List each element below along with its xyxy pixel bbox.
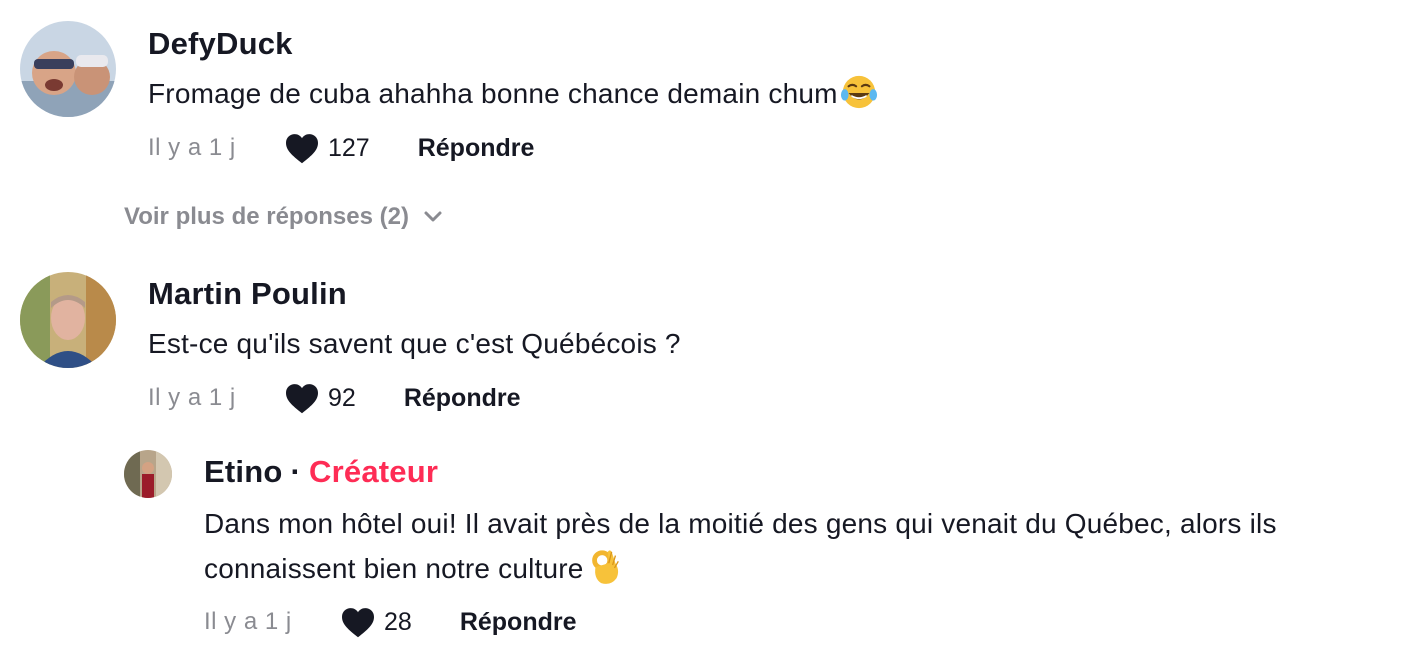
heart-icon — [286, 134, 318, 164]
comment-username[interactable]: DefyDuck — [148, 26, 293, 62]
comment-time: Il y a 1 j — [148, 134, 236, 161]
comment-time: Il y a 1 j — [148, 384, 236, 411]
like-button[interactable]: 92 — [284, 382, 356, 414]
ok-hand-emoji-icon — [591, 550, 619, 584]
like-button[interactable]: 127 — [284, 132, 370, 164]
comment-text-content: Fromage de cuba ahahha bonne chance dema… — [148, 78, 838, 109]
avatar-image-icon — [20, 21, 116, 117]
view-more-replies-button[interactable]: Voir plus de réponses (2) — [124, 203, 443, 231]
like-count: 127 — [328, 133, 370, 162]
comment-meta: Il y a 1 j 92 Répondre — [148, 380, 521, 416]
avatar[interactable] — [20, 21, 116, 117]
comment-text: Dans mon hôtel oui! Il avait près de la … — [204, 501, 1277, 591]
comment-time: Il y a 1 j — [204, 608, 292, 635]
comment-text: Est-ce qu'ils savent que c'est Québécois… — [148, 321, 681, 366]
avatar[interactable] — [124, 450, 172, 498]
view-more-replies-label: Voir plus de réponses (2) — [124, 203, 409, 230]
avatar-image-icon — [20, 272, 116, 368]
comment-text: Fromage de cuba ahahha bonne chance dema… — [148, 71, 878, 116]
like-count: 28 — [384, 607, 412, 636]
comment-text-content: Est-ce qu'ils savent que c'est Québécois… — [148, 328, 681, 359]
avatar-image-icon — [124, 450, 172, 498]
avatar[interactable] — [20, 272, 116, 368]
like-button[interactable]: 28 — [340, 606, 412, 638]
comment-meta: Il y a 1 j 127 Répondre — [148, 130, 534, 166]
comment-username[interactable]: Etino — [204, 454, 283, 489]
comment-meta: Il y a 1 j 28 Répondre — [204, 604, 577, 640]
heart-icon — [342, 608, 374, 638]
reply-button[interactable]: Répondre — [460, 608, 577, 637]
reply-button[interactable]: Répondre — [404, 384, 521, 413]
creator-badge: Créateur — [309, 454, 439, 489]
reply-button[interactable]: Répondre — [418, 134, 535, 163]
separator-dot: · — [290, 454, 302, 489]
comment-text-content: connaissent bien notre culture — [204, 553, 584, 584]
comment-username[interactable]: Martin Poulin — [148, 276, 347, 312]
like-count: 92 — [328, 383, 356, 412]
heart-icon — [286, 384, 318, 414]
comment-text-line: Dans mon hôtel oui! Il avait près de la … — [204, 508, 1277, 539]
tears-of-joy-emoji-icon — [840, 75, 877, 109]
comment-text-line: connaissent bien notre culture — [204, 546, 1277, 591]
reply-username-row: Etino · Créateur — [204, 454, 438, 490]
chevron-down-icon — [424, 211, 442, 222]
